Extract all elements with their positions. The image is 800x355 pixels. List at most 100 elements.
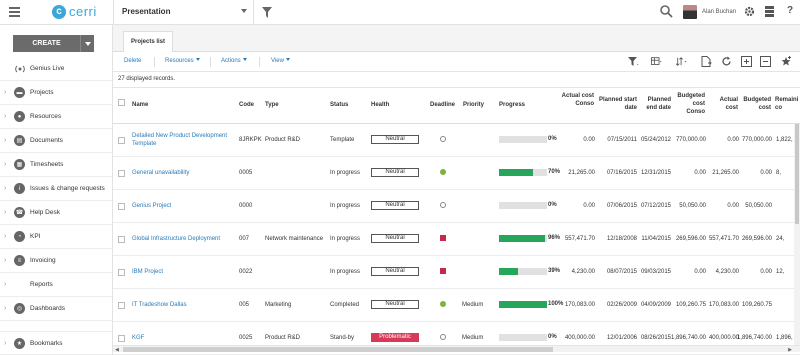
sidebar-item-genius-live[interactable]: Genius Live [0, 57, 112, 81]
database-icon[interactable] [765, 6, 774, 17]
sidebar-item-documents[interactable]: › ▤ Documents [0, 129, 112, 153]
planned-start-date: 07/15/2011 [607, 137, 637, 143]
column-header-budgeted-cost-conso[interactable]: Budgeted cost Conso [673, 92, 705, 116]
chevron-right-icon[interactable]: › [4, 305, 12, 312]
view-menu[interactable]: View [271, 58, 290, 64]
export-icon[interactable] [701, 56, 712, 67]
column-header-status[interactable]: Status [330, 101, 348, 109]
sidebar-item-reports[interactable]: › Reports [0, 273, 112, 297]
column-header-code[interactable]: Code [239, 101, 254, 109]
row-checkbox[interactable] [118, 269, 125, 276]
sidebar-item-bookmarks[interactable]: › ★ Bookmarks [0, 331, 112, 355]
menu-icon[interactable] [9, 7, 20, 17]
avatar[interactable] [683, 5, 697, 19]
search-icon[interactable] [660, 5, 673, 18]
expand-icon[interactable] [741, 56, 752, 67]
sidebar-item-resources[interactable]: › ● Resources [0, 105, 112, 129]
chevron-right-icon[interactable]: › [4, 209, 12, 216]
chevron-right-icon[interactable]: › [4, 257, 12, 264]
column-header-deadline[interactable]: Deadline [430, 101, 455, 109]
project-name-link[interactable]: IT Tradeshow Dallas [132, 301, 232, 309]
row-checkbox[interactable] [118, 170, 125, 177]
sidebar-item-kpi[interactable]: › ◔ KPI [0, 225, 112, 249]
column-header-actual-cost-conso[interactable]: Actual cost Conso [560, 92, 594, 108]
star-icon: ★ [14, 337, 25, 349]
chevron-right-icon[interactable]: › [4, 113, 12, 120]
chevron-right-icon[interactable]: › [4, 340, 12, 347]
column-header-health[interactable]: Health [371, 101, 389, 109]
presentation-select[interactable]: Presentation [122, 7, 170, 16]
collapse-icon[interactable] [760, 56, 771, 67]
project-name-link[interactable]: KGF [132, 334, 232, 342]
table-row[interactable]: Genius Project 0000 In progress Neutral 0% 0.… [113, 190, 800, 223]
horizontal-scrollbar[interactable]: ◀ ▶ [113, 345, 800, 353]
column-header-priority[interactable]: Priority [463, 101, 484, 109]
app-root: c cerri Presentation Alan Buchan ? CREAT [0, 0, 800, 355]
column-header-planned-end[interactable]: Planned end date [639, 96, 671, 112]
actions-menu[interactable]: Actions [221, 58, 247, 64]
filter-icon[interactable] [262, 7, 272, 18]
progress-fill [499, 169, 533, 176]
user-name[interactable]: Alan Buchan [702, 9, 736, 15]
resources-menu[interactable]: Resources [165, 58, 200, 64]
row-checkbox[interactable] [118, 137, 125, 144]
tab-projects-list[interactable]: Projects list [123, 31, 173, 52]
column-header-actual-cost[interactable]: Actual cost [712, 96, 738, 112]
column-header-planned-start[interactable]: Planned start date [597, 96, 637, 112]
planned-start-date: 02/26/2009 [606, 302, 637, 308]
sidebar-item-invoicing[interactable]: › ≡ Invoicing [0, 249, 112, 273]
column-header-name[interactable]: Name [132, 101, 148, 109]
chevron-right-icon[interactable]: › [4, 185, 12, 192]
table-row[interactable]: Global Infrastructure Deployment 007 Netwo… [113, 223, 800, 256]
chevron-down-icon[interactable] [80, 35, 94, 52]
sidebar-item-help-desk[interactable]: › ☎ Help Desk [0, 201, 112, 225]
columns-icon[interactable] [651, 56, 662, 67]
column-header-progress[interactable]: Progress [499, 101, 525, 109]
project-name-link[interactable]: Detailed New Product Development Templat… [132, 132, 232, 148]
sidebar-item-timesheets[interactable]: › ▦ Timesheets [0, 153, 112, 177]
table-row[interactable]: IBM Project 0022 In progress Neutral 39% 4,23… [113, 256, 800, 289]
column-header-remaining[interactable]: Remaini co [775, 96, 800, 112]
table-row[interactable]: IT Tradeshow Dallas 005 Marketing Completed… [113, 289, 800, 322]
row-checkbox[interactable] [118, 236, 125, 243]
scrollbar-thumb[interactable] [123, 347, 553, 352]
budgeted-cost: 770,000.00 [741, 137, 772, 143]
gear-icon[interactable] [744, 6, 755, 17]
refresh-icon[interactable] [721, 56, 732, 67]
chevron-right-icon[interactable]: › [4, 233, 12, 240]
chevron-right-icon[interactable]: › [4, 89, 12, 96]
row-checkbox[interactable] [118, 203, 125, 210]
vertical-scrollbar[interactable] [794, 124, 800, 345]
scrollbar-thumb[interactable] [795, 124, 799, 224]
table-row[interactable]: General unavailability 0005 In progress Neu… [113, 157, 800, 190]
logo-text: cerri [69, 4, 97, 19]
actual-cost: 0.00 [727, 137, 739, 143]
chevron-down-icon[interactable] [241, 9, 247, 13]
select-all-checkbox[interactable] [118, 99, 125, 106]
delete-button[interactable]: Delete [124, 58, 141, 64]
project-name-link[interactable]: IBM Project [132, 268, 232, 276]
project-name-link[interactable]: Global Infrastructure Deployment [132, 235, 232, 243]
chevron-right-icon[interactable]: › [4, 161, 12, 168]
chevron-right-icon[interactable]: › [4, 281, 12, 288]
chevron-right-icon[interactable]: › [4, 137, 12, 144]
sidebar-item-projects[interactable]: › ▬ Projects [0, 81, 112, 105]
sidebar-item-issues[interactable]: › i Issues & change requests [0, 177, 112, 201]
row-checkbox[interactable] [118, 302, 125, 309]
table-row[interactable]: Detailed New Product Development Templat… [113, 124, 800, 157]
sidebar-item-dashboards[interactable]: › ◎ Dashboards [0, 297, 112, 321]
logo[interactable]: c cerri [52, 4, 97, 19]
actual-cost-conso: 4,230.00 [571, 269, 595, 275]
scroll-right-icon[interactable]: ▶ [788, 347, 792, 353]
create-button[interactable]: CREATE [13, 35, 94, 52]
project-name-link[interactable]: Genius Project [132, 202, 232, 210]
column-header-type[interactable]: Type [265, 101, 279, 109]
scroll-left-icon[interactable]: ◀ [115, 347, 119, 353]
star-add-icon[interactable] [781, 56, 792, 67]
row-checkbox[interactable] [118, 335, 125, 342]
sort-icon[interactable] [676, 56, 687, 67]
project-name-link[interactable]: General unavailability [132, 169, 232, 177]
filter-icon[interactable] [628, 56, 639, 67]
column-header-budgeted-cost[interactable]: Budgeted cost [741, 96, 771, 112]
help-icon[interactable]: ? [787, 5, 793, 16]
